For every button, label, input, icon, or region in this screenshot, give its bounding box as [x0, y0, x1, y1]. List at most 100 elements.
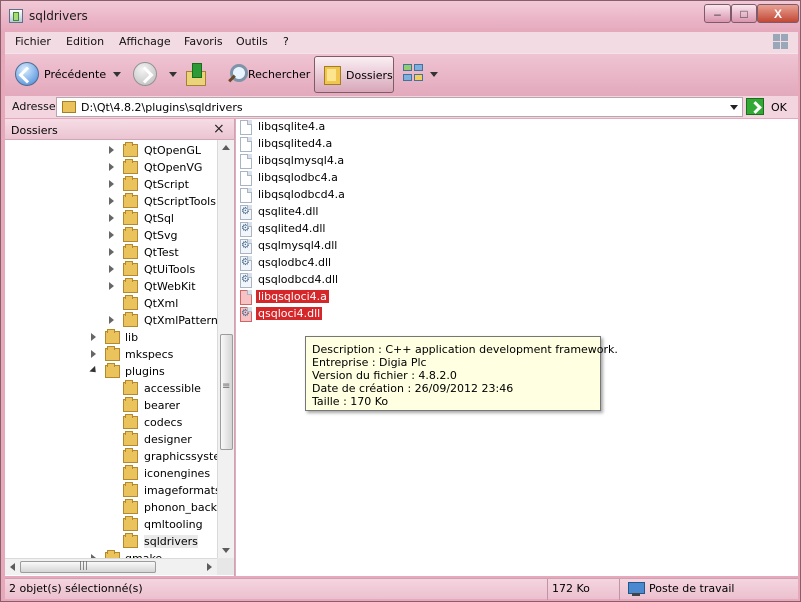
expand-arrow-icon[interactable]: [109, 231, 114, 239]
tree-item-label: accessible: [144, 382, 201, 395]
tree-item-phonon-backend[interactable]: phonon_backe: [5, 499, 223, 516]
tree-item-qtscripttools[interactable]: QtScriptTools: [5, 193, 216, 210]
tree-item-sqldrivers[interactable]: sqldrivers: [5, 533, 215, 550]
views-dropdown[interactable]: [430, 72, 438, 77]
expand-arrow-icon[interactable]: [109, 214, 114, 222]
tree-item-qtopengl[interactable]: QtOpenGL: [5, 142, 215, 159]
tree-item-qtsvg[interactable]: QtSvg: [5, 227, 215, 244]
file-info-tooltip: Description : C++ application developmen…: [305, 336, 618, 411]
expand-arrow-icon[interactable]: [109, 163, 114, 171]
vertical-scroll-thumb[interactable]: [220, 334, 233, 450]
tree-item-plugins[interactable]: plugins: [5, 363, 215, 380]
tree-item-qmltooling[interactable]: qmltooling: [5, 516, 215, 533]
tree-item-qmake[interactable]: qmake: [5, 550, 215, 558]
tooltip-size: Taille : 170 Ko: [312, 395, 389, 408]
menu-help[interactable]: ?: [283, 35, 289, 48]
menu-edition[interactable]: Edition: [66, 35, 104, 48]
tree-item-qtuitools[interactable]: QtUiTools: [5, 261, 215, 278]
menu-fichier[interactable]: Fichier: [15, 35, 51, 48]
tree-item-label: QtXmlPatterns: [144, 314, 224, 327]
expand-arrow-icon[interactable]: [109, 316, 114, 324]
file-name: qsqlited4.dll: [258, 222, 326, 235]
tree-item-qtwebkit[interactable]: QtWebKit: [5, 278, 215, 295]
scroll-left-arrow-icon[interactable]: [10, 563, 15, 571]
scroll-right-arrow-icon[interactable]: [207, 563, 212, 571]
tree-item-qtxmlpatterns[interactable]: QtXmlPatterns: [5, 312, 224, 329]
close-folders-pane-icon[interactable]: ×: [213, 121, 225, 137]
dll-icon: [240, 256, 252, 271]
tree-item-graphicssystems[interactable]: graphicssysten: [5, 448, 227, 465]
expand-arrow-icon[interactable]: [109, 180, 114, 188]
file-name: qsqlodbc4.dll: [258, 256, 332, 269]
minimize-button[interactable]: –: [704, 4, 731, 23]
file-name: libqsqlodbcd4.a: [258, 188, 345, 201]
search-icon[interactable]: [225, 63, 248, 85]
tree-item-label: designer: [144, 433, 192, 446]
scroll-up-arrow-icon[interactable]: [222, 145, 230, 150]
menu-affichage[interactable]: Affichage: [119, 35, 171, 48]
scroll-down-arrow-icon[interactable]: [222, 548, 230, 553]
file-name: qsqlmysql4.dll: [258, 239, 338, 252]
tree-item-accessible[interactable]: accessible: [5, 380, 215, 397]
folders-button[interactable]: Dossiers: [314, 56, 394, 93]
tree-item-qtscript[interactable]: QtScript: [5, 176, 215, 193]
expand-arrow-icon[interactable]: [109, 282, 114, 290]
forward-arrow-icon[interactable]: [133, 62, 157, 86]
address-value[interactable]: D:\Qt\4.8.2\plugins\sqldrivers: [81, 101, 243, 114]
back-arrow-icon[interactable]: [15, 62, 39, 86]
search-button-label[interactable]: Rechercher: [248, 68, 310, 81]
tree-item-imageformats[interactable]: imageformats: [5, 482, 221, 499]
tree-item-label: phonon_backe: [144, 501, 224, 514]
up-folder-icon[interactable]: [185, 63, 207, 86]
menu-favoris[interactable]: Favoris: [184, 35, 223, 48]
tree-item-label: QtSvg: [144, 229, 178, 242]
menu-outils[interactable]: Outils: [236, 35, 268, 48]
collapse-arrow-icon[interactable]: [89, 365, 99, 376]
tree-item-qtxml[interactable]: QtXml: [5, 295, 215, 312]
selected-size: 172 Ko: [552, 582, 590, 595]
title-bar[interactable]: sqldrivers – □ X: [1, 1, 800, 31]
back-history-dropdown[interactable]: [113, 72, 121, 77]
tree-item-bearer[interactable]: bearer: [5, 397, 215, 414]
tree-item-lib[interactable]: lib: [5, 329, 215, 346]
tree-item-label: sqldrivers: [144, 535, 198, 548]
address-folder-icon: [62, 101, 76, 113]
forward-history-dropdown[interactable]: [169, 72, 177, 77]
tree-item-iconengines[interactable]: iconengines: [5, 465, 215, 482]
tree-item-qtopenvg[interactable]: QtOpenVG: [5, 159, 215, 176]
folders-pane-header: Dossiers ×: [5, 119, 234, 140]
folder-app-icon: [9, 9, 23, 23]
tree-item-designer[interactable]: designer: [5, 431, 215, 448]
views-icon[interactable]: [403, 64, 427, 84]
folder-icon: [123, 176, 138, 191]
menu-bar: Fichier Edition Affichage Favoris Outils…: [5, 32, 798, 53]
file-icon: [240, 137, 252, 152]
tree-item-qtsql[interactable]: QtSql: [5, 210, 215, 227]
back-button-label[interactable]: Précédente: [44, 68, 106, 81]
folders-vertical-scrollbar[interactable]: [217, 140, 234, 558]
tree-item-qttest[interactable]: QtTest: [5, 244, 215, 261]
close-button[interactable]: X: [757, 4, 799, 23]
expand-arrow-icon[interactable]: [91, 350, 96, 358]
expand-arrow-icon[interactable]: [109, 265, 114, 273]
expand-arrow-icon[interactable]: [91, 333, 96, 341]
folders-horizontal-scrollbar[interactable]: [5, 558, 217, 575]
folder-icon: [123, 278, 138, 293]
dll-icon: [240, 239, 252, 254]
folder-icon: [123, 193, 138, 208]
horizontal-scroll-thumb[interactable]: [20, 561, 156, 573]
tree-item-mkspecs[interactable]: mkspecs: [5, 346, 215, 363]
expand-arrow-icon[interactable]: [109, 248, 114, 256]
windows-logo-icon: [772, 33, 790, 51]
address-dropdown-icon[interactable]: [730, 105, 738, 110]
expand-arrow-icon[interactable]: [109, 197, 114, 205]
address-field[interactable]: D:\Qt\4.8.2\plugins\sqldrivers: [56, 97, 743, 117]
file-icon: [240, 171, 252, 186]
expand-arrow-icon[interactable]: [109, 146, 114, 154]
status-divider: [619, 579, 620, 600]
go-button[interactable]: OK: [745, 97, 795, 117]
go-arrow-icon: [746, 98, 764, 115]
maximize-button[interactable]: □: [731, 4, 757, 23]
tree-item-codecs[interactable]: codecs: [5, 414, 215, 431]
folder-icon: [123, 380, 138, 395]
